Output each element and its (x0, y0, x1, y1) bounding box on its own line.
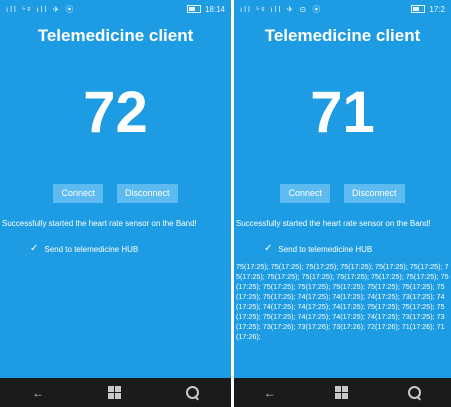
connect-button[interactable]: Connect (53, 184, 103, 203)
screenshot-composite: ıll ⁵ᵍ ıll ✈ ⦿ 18:14 Telemedicine client… (0, 0, 451, 407)
search-icon[interactable] (185, 386, 199, 399)
checkmark-icon[interactable]: ✓ (264, 244, 272, 254)
phone-screen-left: ıll ⁵ᵍ ıll ✈ ⦿ 18:14 Telemedicine client… (0, 0, 231, 407)
windows-icon[interactable] (335, 386, 349, 399)
disconnect-button[interactable]: Disconnect (344, 184, 405, 203)
heart-rate-value: 71 (310, 80, 375, 145)
battery-icon (186, 5, 201, 13)
phone-screen-right: ıll ⁵ᵍ ıll ✈ ⊙ ⦿ 17:2 Telemedicine clien… (234, 0, 451, 407)
clock: 17:2 (429, 4, 445, 14)
windows-icon[interactable] (108, 386, 122, 399)
heart-rate-log: 75(17:25); 75(17:25); 75(17:25); 75(17:2… (236, 262, 449, 341)
connect-button[interactable]: Connect (280, 184, 330, 203)
status-message: Successfully started the heart rate sens… (236, 219, 431, 228)
send-to-hub-checkbox[interactable]: ✓ Send to telemedicine HUB (234, 244, 451, 254)
status-message: Successfully started the heart rate sens… (2, 219, 197, 228)
status-bar: ıll ⁵ᵍ ıll ✈ ⦿ 18:14 (0, 0, 231, 18)
app-title: Telemedicine client (264, 26, 421, 45)
nav-bar: ← (234, 378, 451, 407)
heart-rate-value: 72 (83, 80, 148, 145)
back-arrow-icon[interactable]: ← (32, 387, 44, 399)
disconnect-button[interactable]: Disconnect (117, 184, 178, 203)
send-to-hub-label: Send to telemedicine HUB (278, 244, 373, 254)
app-title: Telemedicine client (37, 26, 194, 45)
battery-icon (411, 5, 426, 13)
signal-icons: ıll ⁵ᵍ ıll ✈ ⊙ ⦿ (240, 4, 323, 14)
send-to-hub-label: Send to telemedicine HUB (44, 244, 139, 254)
status-bar: ıll ⁵ᵍ ıll ✈ ⊙ ⦿ 17:2 (234, 0, 451, 18)
search-icon[interactable] (408, 386, 422, 399)
back-arrow-icon[interactable]: ← (264, 387, 276, 399)
checkmark-icon[interactable]: ✓ (30, 244, 38, 254)
send-to-hub-checkbox[interactable]: ✓ Send to telemedicine HUB (0, 244, 231, 254)
signal-icons: ıll ⁵ᵍ ıll ✈ ⦿ (6, 4, 76, 14)
nav-bar: ← (0, 378, 231, 407)
clock: 18:14 (204, 4, 225, 14)
